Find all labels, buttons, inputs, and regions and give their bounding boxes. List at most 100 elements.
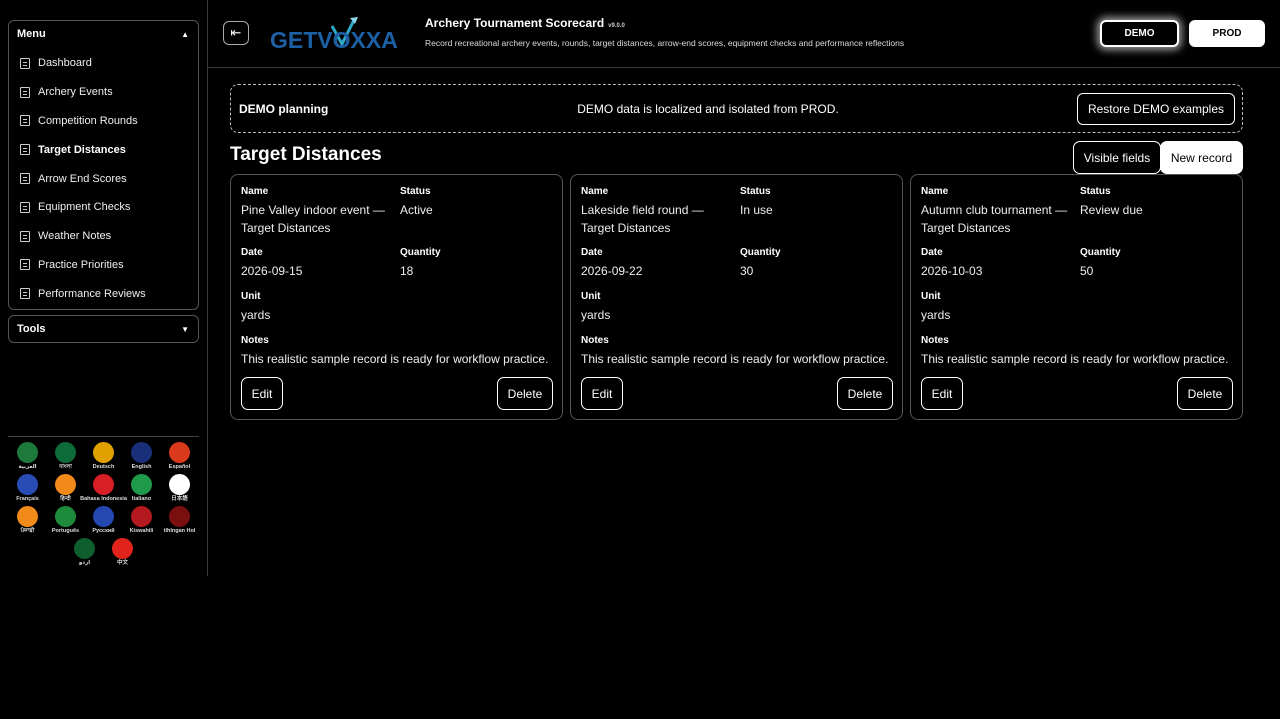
- flag-icon: [131, 506, 152, 527]
- caret-up-icon: ▲: [181, 29, 189, 39]
- flag-icon: [55, 442, 76, 463]
- record-date: 2026-09-22: [581, 264, 643, 278]
- sidebar-item-arrow-end-scores[interactable]: Arrow End Scores: [9, 164, 198, 193]
- edit-button[interactable]: Edit: [581, 377, 623, 410]
- status-label: Status: [1080, 186, 1111, 197]
- edit-button[interactable]: Edit: [921, 377, 963, 410]
- language-label: Bahasa Indonesia: [80, 496, 127, 502]
- app-title: Archery Tournament Scorecard v9.0.0: [425, 16, 625, 30]
- record-status: Active: [400, 203, 433, 217]
- record-card: Name Pine Valley indoor event — Target Di…: [230, 174, 563, 420]
- record-name: Lakeside field round — Target Distances: [581, 203, 704, 235]
- language-option[interactable]: Español: [161, 442, 199, 474]
- language-option[interactable]: 日本語: [161, 474, 199, 506]
- flag-icon: [169, 442, 190, 463]
- menu-header[interactable]: Menu ▲: [9, 21, 198, 47]
- delete-button[interactable]: Delete: [497, 377, 553, 410]
- status-label: Status: [740, 186, 771, 197]
- language-label: Русский: [92, 528, 115, 534]
- sidebar: Menu ▲ Dashboard Archery Events Competit…: [0, 0, 208, 576]
- record-notes: This realistic sample record is ready fo…: [921, 352, 1229, 366]
- language-label: हिन्दी: [60, 496, 71, 502]
- delete-button[interactable]: Delete: [837, 377, 893, 410]
- document-icon: [20, 144, 30, 156]
- date-label: Date: [921, 247, 943, 258]
- unit-label: Unit: [581, 291, 601, 302]
- language-option[interactable]: اردو: [66, 538, 104, 570]
- language-label: Español: [168, 464, 191, 470]
- language-label: ਪੰਜਾਬੀ: [20, 528, 35, 534]
- document-icon: [20, 288, 30, 300]
- flag-icon: [169, 506, 190, 527]
- language-option[interactable]: العربية: [9, 442, 47, 474]
- prod-button[interactable]: PROD: [1189, 20, 1265, 47]
- sidebar-item-weather-notes[interactable]: Weather Notes: [9, 222, 198, 251]
- delete-button[interactable]: Delete: [1177, 377, 1233, 410]
- caret-down-icon: ▼: [181, 324, 189, 334]
- language-option[interactable]: Italiano: [123, 474, 161, 506]
- unit-label: Unit: [241, 291, 261, 302]
- language-label: Français: [16, 496, 39, 502]
- quantity-label: Quantity: [740, 247, 781, 258]
- language-option[interactable]: ਪੰਜਾਬੀ: [9, 506, 47, 538]
- sidebar-item-equipment-checks[interactable]: Equipment Checks: [9, 193, 198, 222]
- flag-icon: [131, 474, 152, 495]
- record-unit: yards: [581, 308, 611, 322]
- record-quantity: 30: [740, 264, 754, 278]
- language-option[interactable]: 中文: [104, 538, 142, 570]
- quantity-label: Quantity: [400, 247, 441, 258]
- flag-icon: [55, 474, 76, 495]
- visible-fields-button[interactable]: Visible fields: [1073, 141, 1161, 174]
- language-label: Kiswahili: [129, 528, 154, 534]
- language-option[interactable]: English: [123, 442, 161, 474]
- tools-header[interactable]: Tools ▼: [9, 316, 198, 342]
- app-version: v9.0.0: [608, 23, 625, 29]
- unit-label: Unit: [921, 291, 941, 302]
- edit-button[interactable]: Edit: [241, 377, 283, 410]
- language-option[interactable]: বাংলা: [47, 442, 85, 474]
- sidebar-item-practice-priorities[interactable]: Practice Priorities: [9, 251, 198, 280]
- language-option[interactable]: Bahasa Indonesia: [80, 474, 127, 506]
- language-label: العربية: [18, 464, 37, 470]
- document-icon: [20, 57, 30, 69]
- tools-title: Tools: [17, 323, 46, 335]
- language-option[interactable]: Deutsch: [85, 442, 123, 474]
- sidebar-item-target-distances[interactable]: Target Distances: [9, 135, 198, 164]
- language-label: Português: [51, 528, 80, 534]
- flag-icon: [55, 506, 76, 527]
- sidebar-toggle-button[interactable]: ⇤: [223, 21, 249, 45]
- sidebar-item-label: Practice Priorities: [38, 258, 124, 271]
- language-option[interactable]: Kiswahili: [123, 506, 161, 538]
- tools-panel[interactable]: Tools ▼: [8, 315, 199, 343]
- flag-icon: [17, 474, 38, 495]
- sidebar-item-label: Archery Events: [38, 86, 113, 99]
- sidebar-item-label: Equipment Checks: [38, 201, 131, 214]
- name-label: Name: [581, 186, 609, 197]
- sidebar-item-performance-reviews[interactable]: Performance Reviews: [9, 279, 198, 308]
- language-option[interactable]: हिन्दी: [47, 474, 85, 506]
- language-option[interactable]: Русский: [85, 506, 123, 538]
- record-unit: yards: [241, 308, 271, 322]
- sidebar-item-dashboard[interactable]: Dashboard: [9, 49, 198, 78]
- name-label: Name: [241, 186, 269, 197]
- app-header: ⇤ GETVOXXA Archery Tournament Scorecard v…: [208, 0, 1280, 68]
- sidebar-item-archery-events[interactable]: Archery Events: [9, 78, 198, 107]
- document-icon: [20, 115, 30, 127]
- date-label: Date: [241, 247, 263, 258]
- language-label: 中文: [116, 560, 128, 566]
- logo-text: GETVOXXA: [270, 27, 398, 53]
- restore-demo-button[interactable]: Restore DEMO examples: [1076, 92, 1235, 125]
- language-option[interactable]: Français: [9, 474, 47, 506]
- menu-title: Menu: [17, 28, 46, 40]
- notes-label: Notes: [921, 335, 949, 346]
- sidebar-item-label: Weather Notes: [38, 230, 112, 243]
- new-record-button[interactable]: New record: [1160, 141, 1243, 174]
- sidebar-item-competition-rounds[interactable]: Competition Rounds: [9, 107, 198, 136]
- flag-icon: [93, 506, 114, 527]
- language-option[interactable]: Português: [47, 506, 85, 538]
- record-card: Name Autumn club tournament — Target Dist…: [910, 174, 1243, 420]
- language-label: English: [131, 464, 152, 470]
- date-label: Date: [581, 247, 603, 258]
- language-option[interactable]: tlhIngan Hol: [161, 506, 199, 538]
- demo-button[interactable]: DEMO: [1100, 20, 1179, 47]
